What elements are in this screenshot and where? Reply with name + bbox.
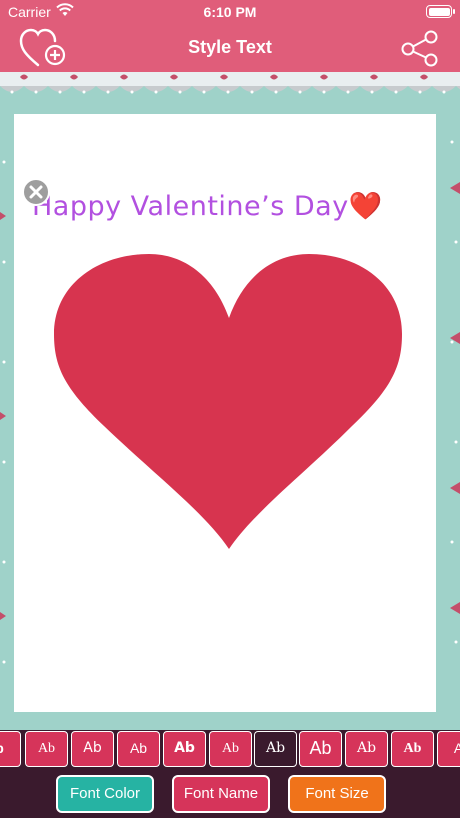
font-name-button[interactable]: Font Name [172,775,270,813]
right-border-trim [450,140,460,644]
font-size-button[interactable]: Font Size [288,775,386,813]
font-style-option[interactable]: Ab [299,731,342,767]
clock: 6:10 PM [203,4,257,20]
heart-shape [54,254,402,549]
style-toolbar: bAbAbAbAbAbAbAbAbAbA Font Color Font Nam… [0,730,460,818]
battery-icon [426,5,455,18]
greeting-label: Happy Valentine’s Day [32,191,349,222]
font-color-button[interactable]: Font Color [56,775,154,813]
font-style-option[interactable]: Ab [117,731,160,767]
lace-trim [0,72,460,94]
share-icon[interactable] [398,29,442,69]
font-style-option[interactable]: Ab [71,731,114,767]
font-style-carousel[interactable]: bAbAbAbAbAbAbAbAbAbA [0,730,460,768]
font-style-option[interactable]: Ab [254,731,297,767]
font-style-option[interactable]: Ab [209,731,252,767]
font-style-option[interactable]: Ab [163,731,206,767]
font-style-option[interactable]: Ab [345,731,388,767]
font-style-option[interactable]: Ab [391,731,434,767]
greeting-text[interactable]: Happy Valentine’s Day❤️ [32,190,383,222]
page-title: Style Text [188,37,272,57]
red-heart-emoji: ❤️ [348,191,383,222]
close-icon[interactable] [22,178,50,206]
nav-bar: Style Text [0,24,460,72]
greeting-card: Happy Valentine’s Day❤️ [14,114,436,712]
left-border-trim [0,160,6,664]
font-style-option[interactable]: b [0,731,21,767]
font-style-option[interactable]: Ab [25,731,68,767]
status-bar: Carrier 6:10 PM [0,0,460,24]
font-style-option[interactable]: A [437,731,460,767]
